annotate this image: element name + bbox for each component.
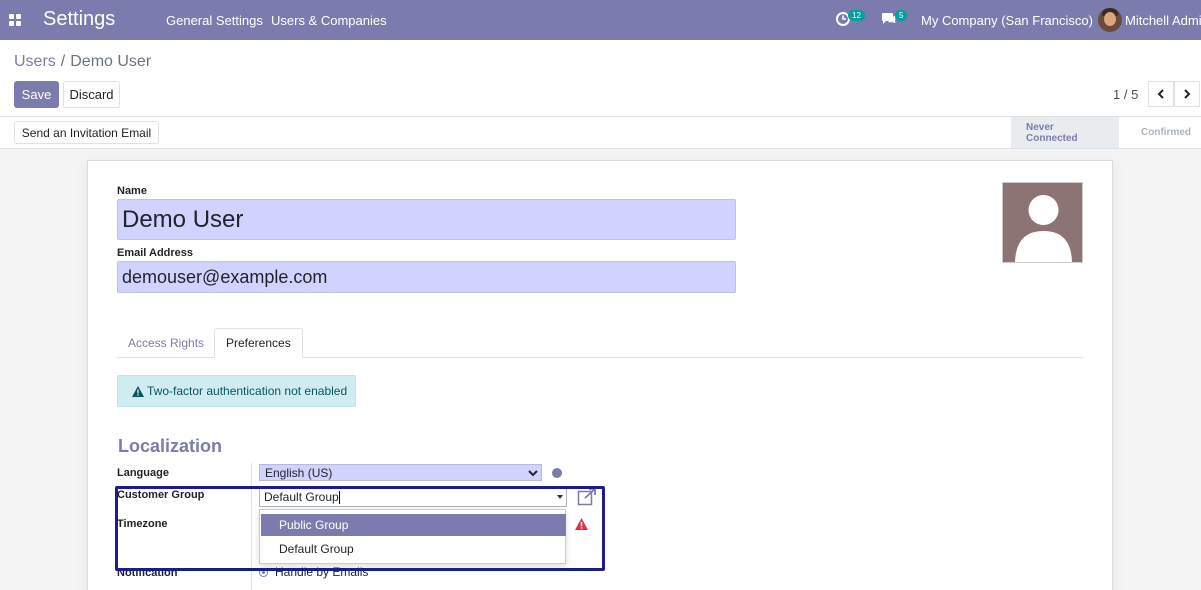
language-select[interactable]: English (US) (259, 464, 542, 481)
save-button[interactable]: Save (14, 81, 59, 108)
status-never-connected: Never Connected (1011, 117, 1119, 148)
app-title[interactable]: Settings (43, 8, 115, 31)
notification-label: Notification (117, 567, 178, 579)
breadcrumb-users-link[interactable]: Users (14, 53, 56, 70)
name-input[interactable]: Demo User (117, 199, 736, 240)
pager-next-button[interactable] (1174, 81, 1200, 107)
text-cursor (338, 490, 340, 504)
user-avatar[interactable] (1098, 8, 1122, 32)
customer-group-label: Customer Group (117, 489, 205, 501)
top-navbar: Settings General Settings Users & Compan… (0, 0, 1201, 40)
customer-group-dropdown-caret-icon[interactable] (557, 495, 563, 499)
avatar-placeholder-icon[interactable] (1002, 182, 1083, 263)
language-select-value: English (US) (265, 465, 333, 480)
messages-menu[interactable]: 5 (881, 10, 908, 29)
breadcrumb: Users / Demo User (14, 53, 151, 71)
timezone-warning-icon (575, 518, 588, 530)
menu-general-settings[interactable]: General Settings (166, 13, 263, 28)
activity-menu[interactable]: 12 (836, 10, 865, 29)
send-invitation-button[interactable]: Send an Invitation Email (14, 121, 159, 144)
timezone-label: Timezone (117, 518, 168, 530)
name-label: Name (117, 185, 147, 197)
messages-count-badge: 5 (895, 10, 908, 21)
dropdown-option-public-group[interactable]: Public Group (261, 514, 566, 536)
notification-option-emails[interactable]: Handle by Emails (259, 565, 368, 579)
apps-grid-icon[interactable] (9, 14, 21, 26)
statusbar: Send an Invitation Email Never Connected… (0, 117, 1201, 149)
external-link-icon[interactable] (577, 488, 597, 506)
dropdown-option-default-group[interactable]: Default Group (261, 538, 566, 560)
menu-users-companies[interactable]: Users & Companies (271, 13, 387, 28)
notification-option-label: Handle by Emails (275, 565, 369, 579)
breadcrumb-separator: / (60, 53, 66, 70)
two-factor-alert: Two-factor authentication not enabled (117, 375, 356, 407)
localization-title: Localization (118, 436, 223, 456)
language-label: Language (117, 467, 169, 479)
customer-group-input-value: Default Group (264, 490, 339, 504)
chevron-right-icon (1184, 89, 1191, 99)
two-factor-alert-text: Two-factor authentication not enabled (147, 384, 348, 398)
customer-group-dropdown: Public Group Default Group (259, 509, 566, 564)
tab-preferences[interactable]: Preferences (214, 328, 303, 358)
chevron-down-icon (528, 470, 538, 477)
status-steps: Never Connected Confirmed (1011, 117, 1201, 148)
pager-previous-button[interactable] (1148, 81, 1174, 107)
radio-button[interactable] (259, 567, 268, 577)
field-divider (251, 463, 252, 590)
company-switcher[interactable]: My Company (San Francisco) (921, 13, 1093, 28)
pager-value[interactable]: 1 / 5 (1113, 87, 1138, 102)
notebook-tabs: Access Rights Preferences (117, 328, 1083, 358)
chevron-left-icon (1157, 89, 1164, 99)
control-panel: Users / Demo User (0, 40, 1201, 117)
user-menu[interactable]: Mitchell Admin (1125, 13, 1201, 28)
chat-bubble-icon (882, 13, 896, 24)
breadcrumb-current: Demo User (70, 53, 152, 70)
email-input[interactable]: demouser@example.com (117, 261, 736, 293)
email-label: Email Address (117, 247, 194, 259)
globe-icon[interactable] (552, 468, 562, 478)
activity-count-badge: 12 (848, 10, 865, 21)
discard-button[interactable]: Discard (63, 81, 120, 108)
warning-triangle-icon (132, 385, 144, 397)
status-confirmed: Confirmed (1119, 117, 1201, 148)
customer-group-input[interactable]: Default Group (259, 487, 567, 507)
tab-access-rights[interactable]: Access Rights (117, 328, 215, 358)
